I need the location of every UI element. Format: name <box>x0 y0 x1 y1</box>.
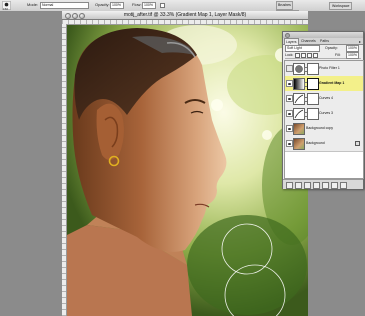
lock-icon <box>355 141 360 146</box>
lock-all-button[interactable] <box>313 53 318 58</box>
layer-thumbnail <box>293 123 305 135</box>
lock-image-button[interactable] <box>301 53 306 58</box>
layer-thumbnail <box>293 138 305 150</box>
airbrush-toggle[interactable] <box>160 3 165 8</box>
visibility-toggle[interactable] <box>286 80 293 87</box>
palette-well: BrushesTool PresetsLayer Comps <box>276 1 318 28</box>
layer-mask-thumbnail[interactable] <box>307 78 319 90</box>
opacity-label: Opacity: <box>95 2 110 7</box>
blend-row: Soft Light Opacity: 100% <box>285 45 361 52</box>
visibility-toggle[interactable] <box>286 140 293 147</box>
layer-opacity-label: Opacity: <box>325 46 338 50</box>
new-adjustment-icon[interactable] <box>313 182 320 189</box>
layer-name: Curves 3 <box>319 111 334 115</box>
mode-label: Mode: <box>27 2 39 7</box>
layer-style-icon[interactable] <box>295 182 302 189</box>
link-layers-icon[interactable] <box>286 182 293 189</box>
blend-mode-select[interactable]: Soft Light <box>285 45 320 52</box>
layer-opacity-field[interactable]: 100% <box>346 45 359 52</box>
portrait-photo <box>67 25 308 316</box>
visibility-toggle[interactable] <box>286 125 293 132</box>
layer-row-background[interactable]: Background <box>285 136 363 152</box>
tab-layers[interactable]: Layers <box>284 38 299 45</box>
document-title: motij_after.tif @ 33.3% (Gradient Map 1,… <box>123 12 247 18</box>
eye-icon <box>288 142 291 145</box>
layer-row-photo-filter-1[interactable]: Photo Filter 1 <box>285 61 363 77</box>
layer-name: Background copy <box>306 126 334 130</box>
eye-icon <box>288 112 291 115</box>
eye-icon <box>288 82 291 85</box>
lock-row: Lock: Fill: 100% <box>285 52 361 59</box>
layers-panel: Layers Channels Paths ▸ Soft Light Opaci… <box>282 31 364 189</box>
panel-menu-icon[interactable]: ▸ <box>359 39 361 44</box>
layers-panel-footer <box>283 179 363 189</box>
layer-name: Photo Filter 1 <box>319 66 340 70</box>
workspace-menu[interactable]: Workspace <box>329 2 353 10</box>
trash-icon[interactable] <box>340 182 347 189</box>
visibility-toggle[interactable] <box>286 110 293 117</box>
new-group-icon[interactable] <box>322 182 329 189</box>
tab-paths[interactable]: Paths <box>319 38 330 44</box>
document-titlebar[interactable]: motij_after.tif @ 33.3% (Gradient Map 1,… <box>62 11 308 20</box>
layer-mask-thumbnail[interactable] <box>307 63 319 75</box>
flow-label: Flow: <box>132 2 142 7</box>
add-mask-icon[interactable] <box>304 182 311 189</box>
layer-row-curves-3[interactable]: Curves 3 <box>285 106 363 122</box>
layer-name: Background <box>306 141 325 145</box>
fill-label: Fill: <box>335 53 341 57</box>
layer-row-background-copy[interactable]: Background copy <box>285 121 363 137</box>
eye-icon <box>288 97 291 100</box>
document-window: motij_after.tif @ 33.3% (Gradient Map 1,… <box>62 11 308 316</box>
layer-name: Curves 4 <box>319 96 334 100</box>
layer-row-curves-4[interactable]: Curves 4 <box>285 91 363 107</box>
visibility-toggle[interactable] <box>286 95 293 102</box>
mode-select[interactable]: Normal <box>40 2 89 9</box>
layer-list: Photo Filter 1 Gradient Map 1 Curves 4 C… <box>284 60 364 179</box>
lock-label: Lock: <box>285 53 294 57</box>
layer-mask-thumbnail[interactable] <box>307 93 319 105</box>
image-canvas[interactable] <box>67 25 308 316</box>
layer-row-gradient-map-1[interactable]: Gradient Map 1 <box>285 76 363 92</box>
layers-panel-tabs: Layers Channels Paths ▸ <box>283 38 363 45</box>
brushes-tab[interactable]: Brushes <box>276 1 293 10</box>
lock-transparent-button[interactable] <box>295 53 300 58</box>
fill-field[interactable]: 100% <box>346 52 359 59</box>
layer-name: Gradient Map 1 <box>319 81 345 85</box>
lock-position-button[interactable] <box>307 53 312 58</box>
flow-field[interactable]: 100% <box>142 2 156 9</box>
tab-channels[interactable]: Channels <box>300 38 317 44</box>
opacity-field[interactable]: 100% <box>110 2 124 9</box>
new-layer-icon[interactable] <box>331 182 338 189</box>
layer-mask-thumbnail[interactable] <box>307 108 319 120</box>
brush-size-label: 150 <box>3 7 9 11</box>
visibility-toggle[interactable] <box>286 65 293 72</box>
eye-icon <box>288 127 291 130</box>
